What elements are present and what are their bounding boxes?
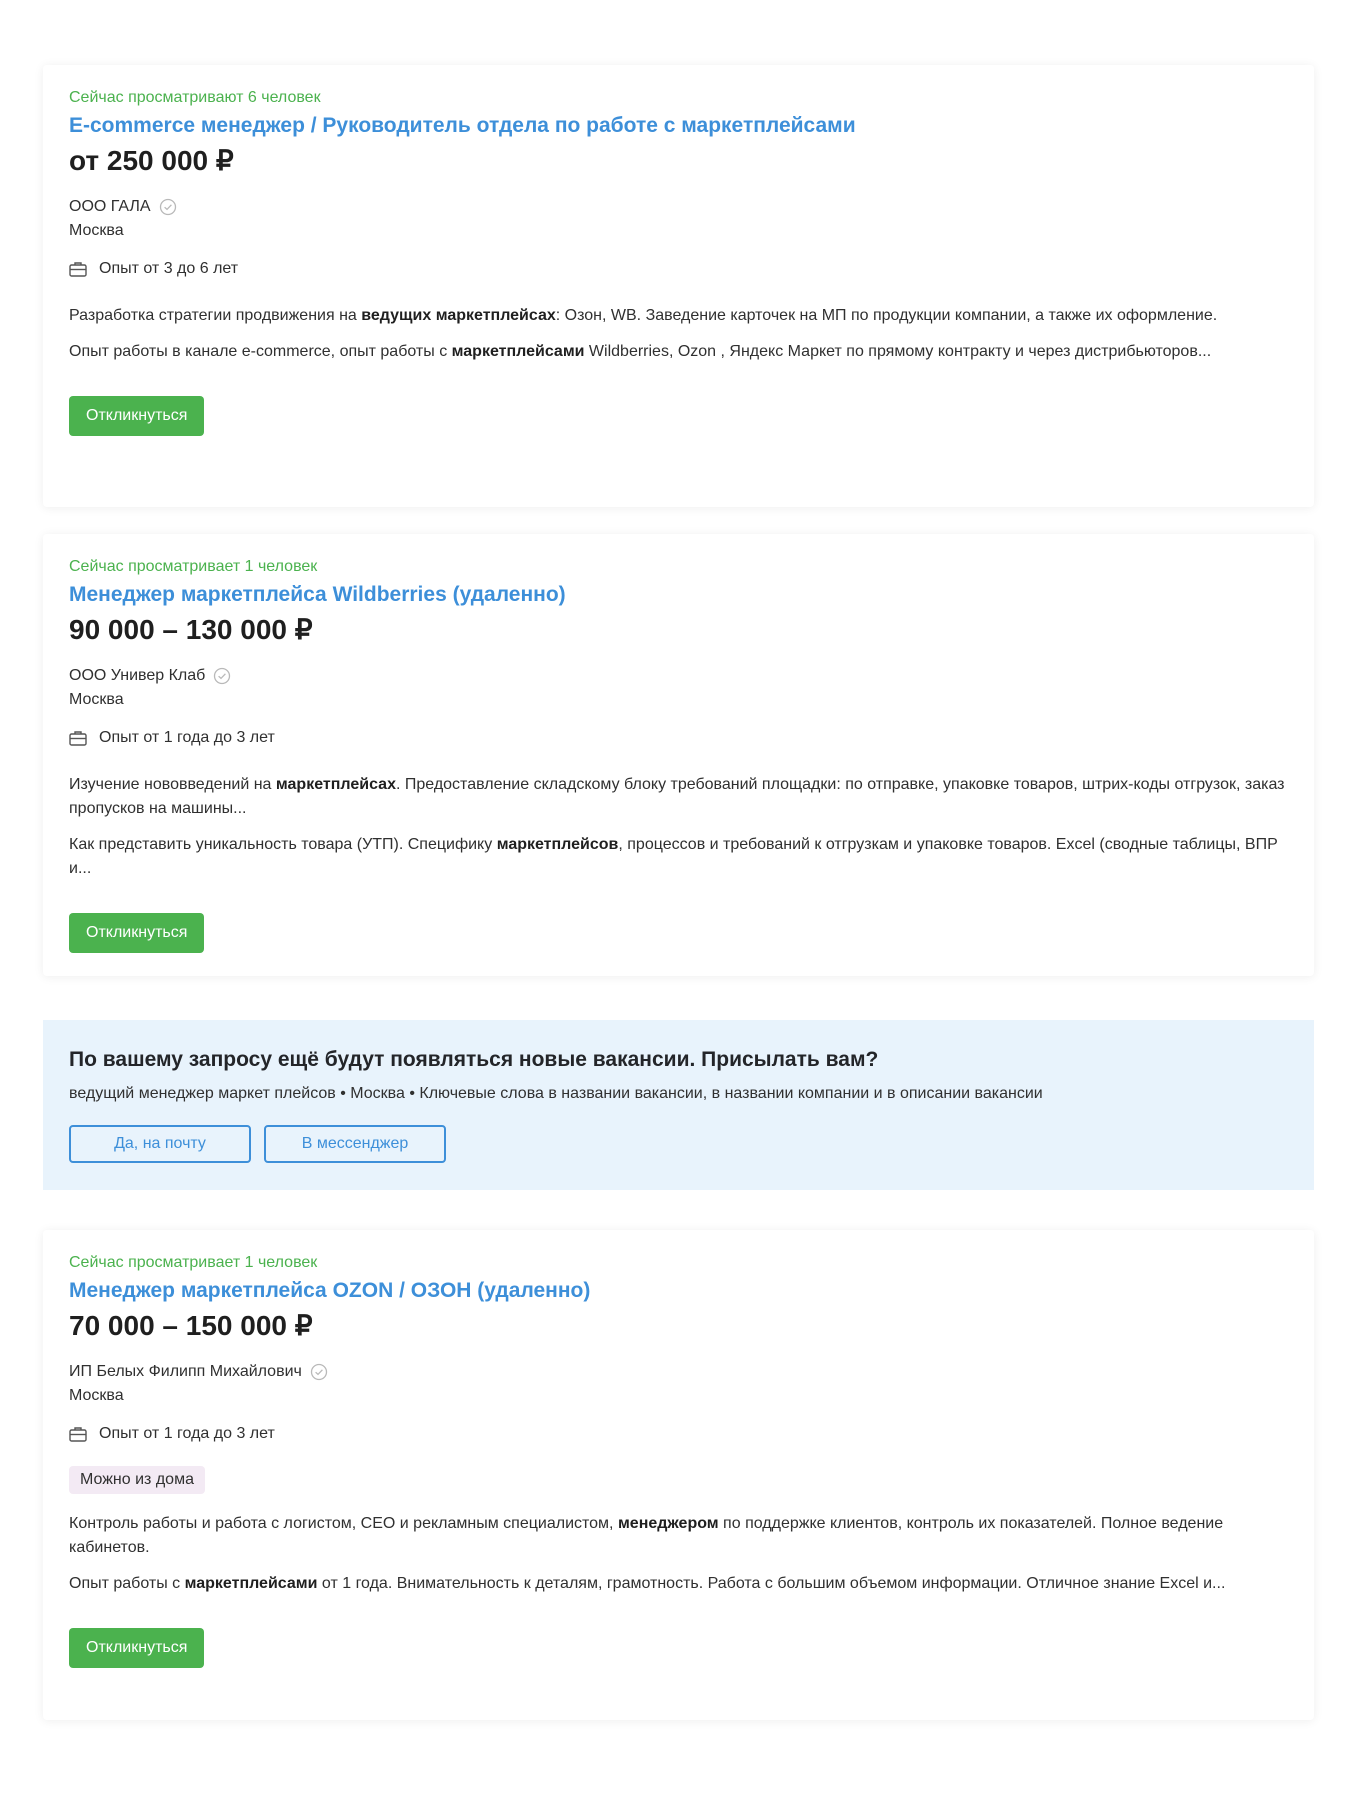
highlighted-keyword: маркетплейсами (451, 343, 585, 360)
description-text: : Озон, WB. Заведение карточек на МП по … (555, 307, 1218, 324)
experience-row: Опыт от 1 года до 3 лет (69, 727, 1288, 749)
vacancy-city: Москва (69, 222, 124, 239)
experience-row: Опыт от 3 до 6 лет (69, 258, 1288, 280)
experience-text: Опыт от 1 года до 3 лет (99, 1425, 275, 1442)
vacancy-responsibility: Разработка стратегии продвижения на веду… (69, 304, 1288, 328)
company-row: ООО ГАЛА (69, 196, 1288, 218)
company-name-link[interactable]: ИП Белых Филипп Михайлович (69, 1361, 302, 1383)
vacancy-salary: от 250 000 ₽ (69, 145, 234, 176)
subscription-title: По вашему запросу ещё будут появляться н… (69, 1048, 879, 1071)
messenger-subscribe-button[interactable]: В мессенджер (264, 1125, 446, 1163)
description-text: Опыт работы с (69, 1575, 185, 1592)
email-subscribe-button[interactable]: Да, на почту (69, 1125, 251, 1163)
vacancy-title-link[interactable]: E-commerce менеджер / Руководитель отдел… (69, 112, 1288, 140)
subscription-buttons: Да, на почту В мессенджер (69, 1125, 1288, 1163)
remote-work-badge: Можно из дома (69, 1466, 205, 1494)
description-text: Wildberries, Ozon , Яндекс Маркет по пря… (584, 343, 1212, 360)
watchers-count: Сейчас просматривает 1 человек (69, 1254, 318, 1271)
company-row: ИП Белых Филипп Михайлович (69, 1361, 1288, 1383)
check-circle-icon (214, 667, 231, 685)
respond-button[interactable]: Откликнуться (69, 1628, 205, 1668)
briefcase-icon (69, 731, 87, 746)
experience-row: Опыт от 1 года до 3 лет (69, 1423, 1288, 1445)
highlighted-keyword: маркетплейсами (184, 1575, 318, 1592)
company-name-link[interactable]: ООО Универ Клаб (69, 665, 205, 687)
description-text: от 1 года. Внимательность к деталям, гра… (317, 1575, 1226, 1592)
highlighted-keyword: ведущих маркетплейсах (361, 307, 556, 324)
company-row: ООО Универ Клаб (69, 665, 1288, 687)
highlighted-keyword: маркетплейсов (496, 836, 619, 853)
vacancy-salary: 70 000 – 150 000 ₽ (69, 1310, 313, 1341)
highlighted-keyword: маркетплейсах (275, 776, 396, 793)
vacancy-card: Сейчас просматривает 1 человек Менеджер … (43, 534, 1314, 976)
vacancy-card: Сейчас просматривает 1 человек Менеджер … (43, 1230, 1314, 1720)
vacancy-requirement: Опыт работы в канале e-commerce, опыт ра… (69, 340, 1288, 364)
watchers-count: Сейчас просматривают 6 человек (69, 89, 321, 106)
description-text: Разработка стратегии продвижения на (69, 307, 362, 324)
experience-text: Опыт от 3 до 6 лет (99, 260, 239, 277)
experience-text: Опыт от 1 года до 3 лет (99, 729, 275, 746)
vacancy-responsibility: Контроль работы и работа с логистом, СЕО… (69, 1512, 1288, 1560)
highlighted-keyword: менеджером (617, 1515, 719, 1532)
company-name-link[interactable]: ООО ГАЛА (69, 196, 151, 218)
vacancy-requirement: Опыт работы с маркетплейсами от 1 года. … (69, 1572, 1288, 1596)
description-text: Контроль работы и работа с логистом, СЕО… (69, 1515, 618, 1532)
briefcase-icon (69, 262, 87, 277)
vacancy-requirement: Как представить уникальность товара (УТП… (69, 833, 1288, 881)
subscription-banner: По вашему запросу ещё будут появляться н… (43, 1020, 1314, 1190)
vacancy-card: Сейчас просматривают 6 человек E-commerc… (43, 65, 1314, 507)
check-circle-icon (310, 1363, 328, 1381)
respond-button[interactable]: Откликнуться (69, 396, 205, 436)
vacancy-title-link[interactable]: Менеджер маркетплейса OZON / ОЗОН (удале… (69, 1277, 1288, 1305)
vacancy-city: Москва (69, 1387, 124, 1404)
vacancy-responsibility: Изучение нововведений на маркетплейсах. … (69, 773, 1288, 821)
check-circle-icon (159, 198, 176, 216)
vacancy-city: Москва (69, 691, 124, 708)
description-text: Изучение нововведений на (69, 776, 276, 793)
respond-button[interactable]: Откликнуться (69, 913, 205, 953)
vacancy-title-link[interactable]: Менеджер маркетплейса Wildberries (удале… (69, 581, 1288, 609)
watchers-count: Сейчас просматривает 1 человек (69, 558, 318, 575)
description-text: Как представить уникальность товара (УТП… (69, 836, 497, 853)
subscription-query: ведущий менеджер маркет плейсов • Москва… (69, 1085, 1043, 1102)
description-text: Опыт работы в канале e-commerce, опыт ра… (69, 343, 452, 360)
vacancy-salary: 90 000 – 130 000 ₽ (69, 614, 313, 645)
briefcase-icon (69, 1427, 87, 1442)
